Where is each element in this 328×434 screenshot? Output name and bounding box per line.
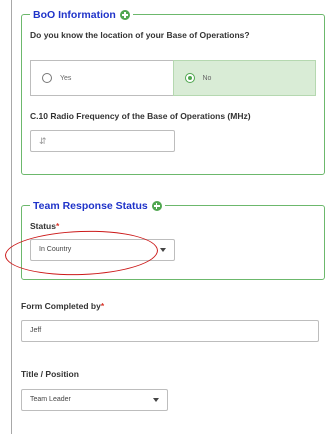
- boo-location-question: Do you know the location of your Base of…: [30, 30, 250, 40]
- chevron-down-icon: [160, 248, 166, 252]
- add-icon[interactable]: [119, 10, 130, 20]
- boo-location-radio-group: Yes No: [30, 60, 316, 96]
- radio-frequency-label: C.10 Radio Frequency of the Base of Oper…: [30, 111, 251, 121]
- title-position-select[interactable]: Team Leader: [21, 389, 168, 411]
- boo-legend: BoO Information: [30, 7, 133, 23]
- radio-checked-icon: [184, 73, 195, 83]
- form-completed-input[interactable]: Jeff: [21, 320, 319, 342]
- status-label-text: Status: [30, 221, 56, 231]
- required-asterisk: *: [55, 221, 60, 231]
- boo-information-section: BoO Information Do you know the location…: [21, 7, 325, 175]
- radio-unchecked-icon: [42, 73, 52, 83]
- chevron-down-icon: [153, 398, 159, 402]
- form-completed-value: Jeff: [30, 327, 42, 334]
- radio-option-label: No: [202, 74, 212, 82]
- left-border-rule: [11, 0, 12, 434]
- radio-option-yes[interactable]: Yes: [30, 60, 174, 96]
- number-spin-icon: ⇵: [39, 136, 47, 146]
- form-completed-label: Form Completed by*: [21, 301, 104, 311]
- team-legend-title: Team Response Status: [33, 200, 148, 212]
- form-completed-label-text: Form Completed by: [21, 301, 101, 311]
- title-position-value: Team Leader: [30, 396, 71, 403]
- team-response-section: Team Response Status Status* In Country: [21, 198, 325, 280]
- status-select[interactable]: In Country: [30, 239, 175, 261]
- team-legend: Team Response Status: [30, 198, 165, 214]
- required-asterisk: *: [100, 301, 105, 311]
- title-position-label: Title / Position: [21, 369, 79, 379]
- status-label: Status*: [30, 221, 59, 231]
- radio-option-label: Yes: [60, 74, 72, 82]
- radio-frequency-input[interactable]: ⇵: [30, 130, 175, 152]
- add-icon[interactable]: [151, 201, 162, 211]
- boo-legend-title: BoO Information: [33, 9, 116, 21]
- radio-option-no[interactable]: No: [172, 60, 316, 96]
- status-select-value: In Country: [39, 246, 72, 253]
